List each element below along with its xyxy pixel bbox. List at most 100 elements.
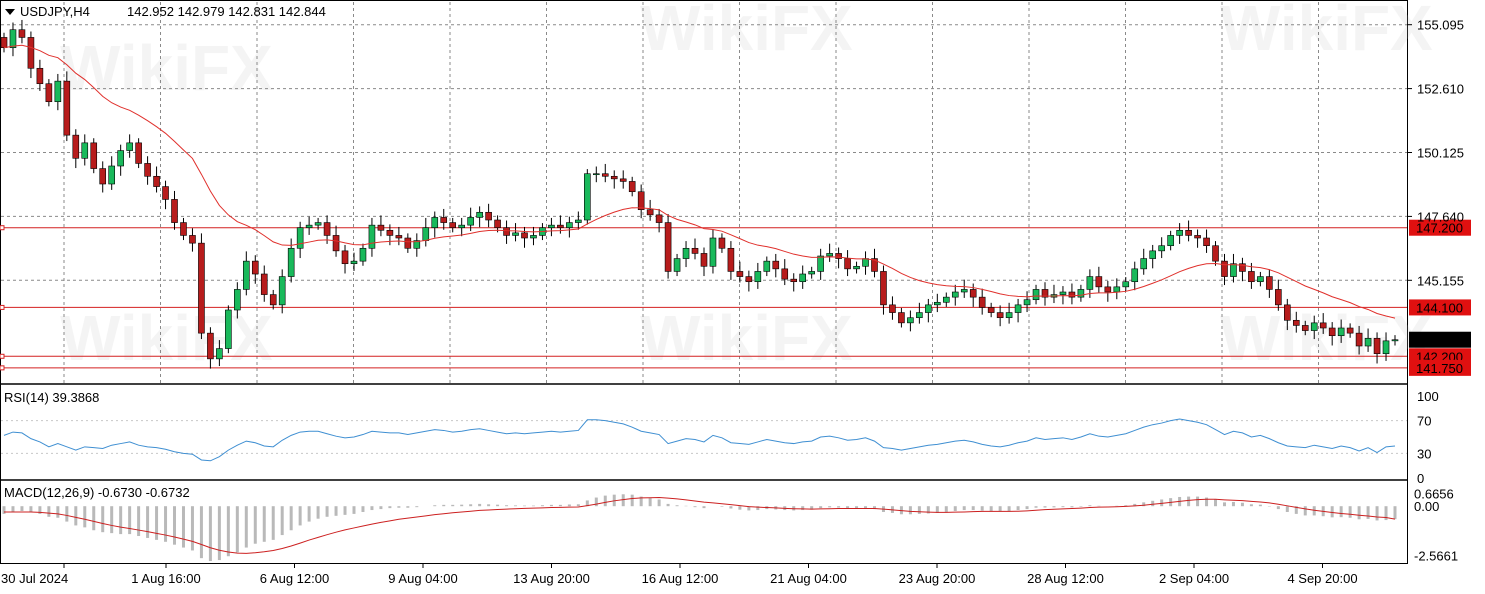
bear-candle [260,273,268,295]
bear-candle [718,237,726,249]
bull-candle [862,258,869,267]
trading-chart[interactable]: WikiFX WikiFX WikiFX WikiFX WikiFX WikiF… [0,0,1485,594]
level-price-label: 144.100 [1416,300,1463,315]
bull-candle [925,304,932,313]
bear-candle [969,289,977,298]
bull-candle [476,211,483,218]
bull-candle [1131,268,1139,283]
bull-candle [1059,291,1067,295]
bull-candle [942,296,950,303]
bull-candle [117,150,124,167]
bull-candle [9,29,17,49]
watermark-text: WikiFX [60,302,273,374]
macd-indicator-label: MACD(12,26,9) -0.6730 -0.6732 [4,485,190,500]
bull-candle [305,224,313,229]
bear-candle [646,209,654,216]
x-tick-label: 30 Jul 2024 [1,571,68,586]
bull-candle [1337,327,1345,337]
bear-candle [628,181,636,193]
bear-candle [63,80,71,136]
symbol-timeframe: USDJPY,H4 [20,4,90,19]
bear-candle [332,235,340,252]
bull-candle [960,289,968,293]
bull-candle [368,224,376,249]
bear-candle [18,29,26,38]
bear-candle [655,214,663,223]
bull-candle [799,273,807,283]
bear-candle [1203,237,1210,247]
bull-candle [951,291,959,298]
y-tick-label: 147.640 [1417,209,1464,224]
bear-candle [691,247,699,254]
level-anchor-handle [0,365,5,371]
watermark-text: WikiFX [60,32,273,104]
watermark-text: WikiFX [1220,302,1433,374]
bull-candle [754,271,762,283]
bear-candle [664,222,672,272]
bull-candle [530,235,537,239]
bear-candle [1355,332,1363,347]
y-tick-label: 145.155 [1417,273,1464,288]
bull-candle [817,255,824,272]
bull-candle [1077,289,1085,298]
bear-candle [180,222,187,236]
bear-candle [889,304,896,313]
bear-candle [601,173,609,177]
bear-candle [1221,260,1228,277]
x-tick-label: 16 Aug 12:00 [642,571,719,586]
level-anchor-handle [0,353,5,359]
bear-candle [198,242,205,334]
current-price-label: 142.844 [1416,333,1463,348]
x-tick-label: 9 Aug 04:00 [388,571,457,586]
bull-candle [234,289,241,311]
bear-candle [610,175,618,180]
x-tick-label: 28 Aug 12:00 [1027,571,1104,586]
bear-candle [790,278,798,283]
bear-candle [494,219,501,229]
x-tick-label: 13 Aug 20:00 [513,571,590,586]
watermark-text: WikiFX [640,0,853,64]
bull-candle [934,301,941,306]
x-tick-label: 21 Aug 04:00 [770,571,847,586]
macd-tick-label: 0.00 [1414,499,1439,514]
bull-candle [853,265,860,270]
bull-candle [512,232,519,236]
bear-candle [36,67,44,85]
bear-candle [1212,245,1219,262]
bull-candle [1230,263,1237,277]
bull-candle [673,258,681,272]
bear-candle [171,199,178,223]
bear-candle [386,229,394,236]
bear-candle [880,271,887,306]
bear-candle [521,232,528,239]
rsi-tick-label: 70 [1417,414,1431,429]
bull-candle [422,227,430,241]
bear-candle [440,217,448,223]
bull-candle [1176,229,1183,236]
bear-candle [377,224,385,231]
bear-candle [1194,235,1201,239]
bull-candle [1364,337,1372,347]
bull-candle [1140,258,1148,270]
bull-candle [287,247,295,277]
bear-candle [898,312,905,324]
bear-candle [503,227,510,236]
bull-candle [682,247,690,259]
bear-candle [844,258,851,270]
bear-candle [1328,327,1336,337]
bull-candle [1005,312,1013,319]
bear-candle [1319,322,1327,329]
y-tick-label: 152.610 [1417,82,1464,97]
level-price-label: 141.750 [1416,361,1463,376]
bull-candle [907,317,914,324]
bull-candle [108,165,115,185]
bear-candle [1068,291,1076,298]
bear-candle [251,260,259,275]
bear-candle [1284,304,1291,321]
bear-candle [1248,271,1255,283]
macd-tick-label: -2.5661 [1414,549,1458,564]
bull-candle [1113,286,1121,293]
bull-candle [916,312,923,319]
bear-candle [987,307,995,313]
bear-candle [189,235,196,244]
